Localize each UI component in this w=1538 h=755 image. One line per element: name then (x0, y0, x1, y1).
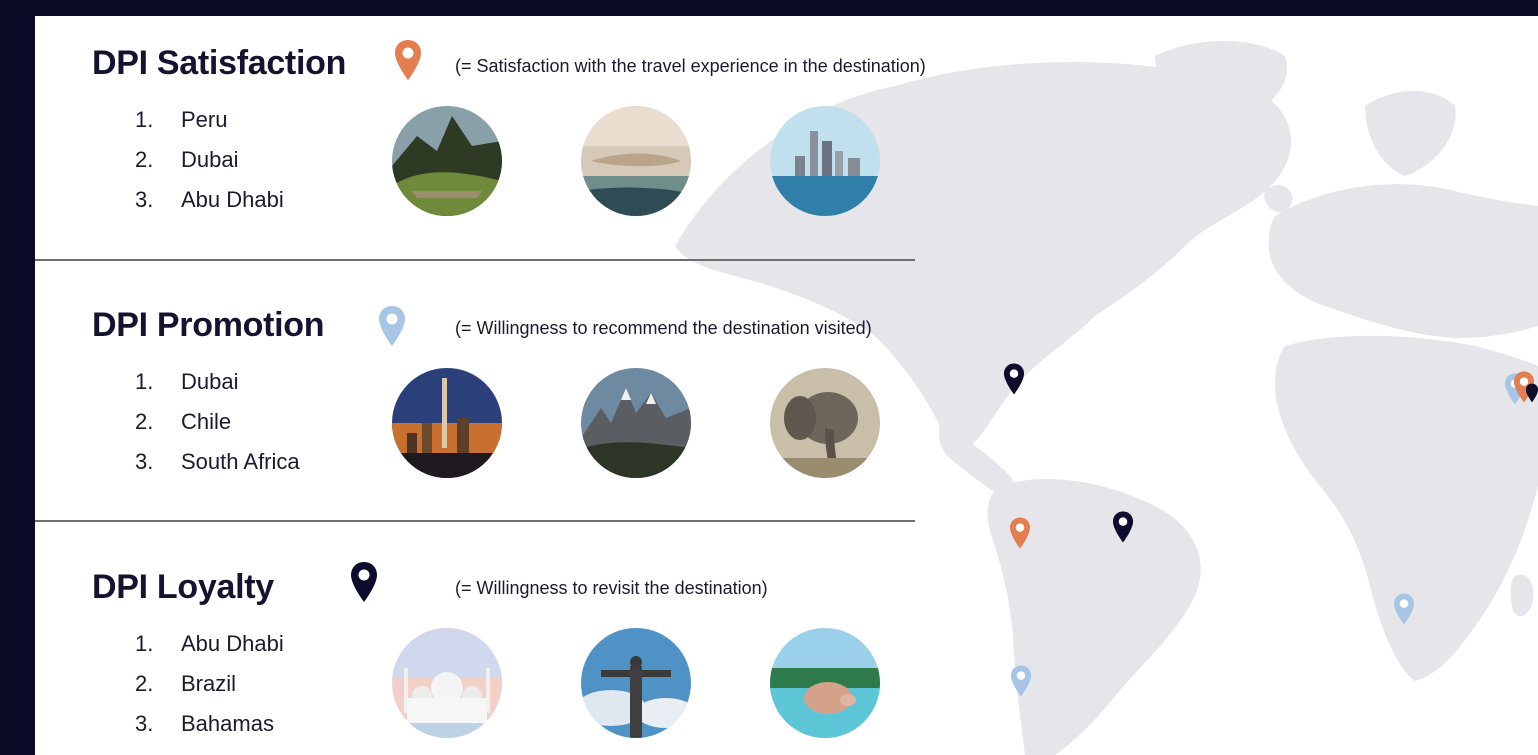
ranking-list: 1. Peru 2. Dubai 3. Abu Dhabi (135, 100, 284, 220)
list-item: 2. Dubai (135, 147, 239, 172)
country-name: Abu Dhabi (181, 631, 284, 656)
map-pin-navy-icon (351, 562, 377, 602)
country-name: Dubai (181, 369, 239, 394)
map-pin-light-blue-icon (1393, 593, 1415, 625)
sheikh-zayed-mosque-photo (392, 628, 502, 738)
machu-picchu-photo (392, 106, 502, 216)
section-subtitle: (= Willingness to recommend the destinat… (455, 318, 872, 338)
ranking-list: 1. Abu Dhabi 2. Brazil 3. Bahamas (135, 624, 284, 744)
country-name: Dubai (181, 147, 239, 172)
slide: DPI Satisfaction (= Satisfaction with th… (35, 16, 1538, 755)
list-item: 2. Chile (135, 409, 232, 434)
map-pin-navy-icon (1525, 383, 1538, 403)
list-item: 2. Brazil (135, 671, 237, 696)
section-title: DPI Promotion (92, 306, 325, 344)
list-item: 3. Abu Dhabi (135, 187, 284, 212)
satisfaction-section: DPI Satisfaction (= Satisfaction with th… (35, 16, 1135, 246)
section-divider (35, 259, 915, 261)
country-name: Brazil (181, 671, 237, 696)
ranking-list: 1. Dubai 2. Chile 3. South Africa (135, 362, 300, 482)
loyalty-section: DPI Loyalty (= Willingness to revisit th… (35, 536, 1135, 755)
palm-jumeirah-photo (581, 106, 691, 216)
list-item: 3. South Africa (135, 449, 300, 474)
country-name: Bahamas (181, 711, 274, 736)
map-pin-orange-icon (1009, 517, 1031, 549)
list-item: 1. Peru (135, 107, 228, 132)
swimming-pig-photo (770, 628, 880, 738)
section-title: DPI Loyalty (92, 568, 274, 606)
map-pin-navy-icon (1003, 363, 1025, 395)
list-item: 3. Bahamas (135, 711, 274, 736)
list-item: 1. Dubai (135, 369, 239, 394)
section-title: DPI Satisfaction (92, 44, 347, 82)
christ-the-redeemer-photo (581, 628, 691, 738)
elephant-photo (770, 368, 880, 478)
section-subtitle: (= Willingness to revisit the destinatio… (455, 578, 768, 598)
map-pin-orange-icon (395, 40, 421, 80)
country-name: Chile (181, 409, 232, 434)
section-subtitle: (= Satisfaction with the travel experien… (455, 56, 926, 76)
abu-dhabi-skyline-photo (770, 106, 880, 216)
country-name: Peru (181, 107, 228, 132)
map-pin-light-blue-icon (1010, 665, 1032, 697)
patagonia-mountains-photo (581, 368, 691, 478)
dubai-night-skyline-photo (392, 368, 502, 478)
country-name: South Africa (181, 449, 300, 474)
section-divider (35, 520, 915, 522)
promotion-section: DPI Promotion (= Willingness to recommen… (35, 276, 1135, 506)
map-pin-light-blue-icon (379, 306, 405, 346)
country-name: Abu Dhabi (181, 187, 284, 212)
map-pin-navy-icon (1112, 511, 1134, 543)
list-item: 1. Abu Dhabi (135, 631, 284, 656)
